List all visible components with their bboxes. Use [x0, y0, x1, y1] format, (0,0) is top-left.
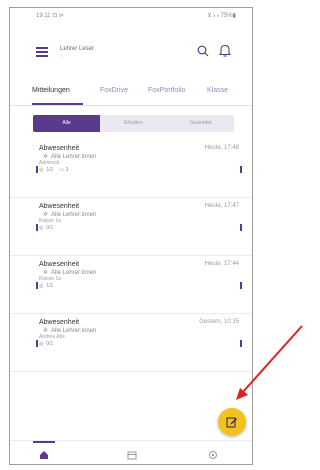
message-time: Heute, 17:47: [204, 203, 239, 209]
message-marker: [36, 340, 38, 347]
bell-icon[interactable]: [219, 44, 231, 57]
eye-icon: ◎: [39, 167, 44, 173]
filter-all[interactable]: Alle: [33, 115, 100, 132]
settings-icon[interactable]: [208, 450, 218, 460]
message-title: Abwesenheit: [39, 261, 80, 268]
calendar-icon[interactable]: [127, 450, 137, 460]
message-title: Abwesenheit: [39, 319, 80, 326]
compose-button[interactable]: [218, 408, 246, 436]
eye-icon: ◎: [39, 283, 44, 289]
message-author: Administr.: [39, 160, 61, 166]
message-recipients: ✲ Alle Lehrer:innen: [43, 328, 97, 334]
edit-icon: [226, 417, 237, 428]
tab-bar: Mitteilungen FoxDrive FoxPortfolio Klass…: [10, 82, 252, 106]
eye-icon: ◎: [39, 341, 44, 347]
user-name[interactable]: Lehrer Leser: [60, 46, 94, 52]
home-icon[interactable]: [39, 450, 49, 460]
active-nav-indicator: [33, 441, 55, 443]
message-item[interactable]: Abwesenheit Heute, 17:48 ✲ Alle Lehrer:in…: [10, 140, 252, 198]
status-icons: ⊻ ᵢₗ ᵢₗ 75%▮: [207, 13, 236, 19]
message-item[interactable]: Abwesenheit Heute, 17:47 ✲ Alle Lehrer:in…: [10, 198, 252, 256]
message-marker: [36, 224, 38, 231]
phone-screen: 19:11 ⊡ ⊳ ⊻ ᵢₗ ᵢₗ 75%▮ Lehrer Leser ↓ Mi…: [9, 7, 253, 465]
message-author: Andrea Abs: [39, 334, 65, 340]
message-time: Gestern, 10:15: [199, 319, 239, 325]
message-unread-marker: [240, 340, 242, 347]
message-marker: [36, 282, 38, 289]
tab-foxdrive[interactable]: FoxDrive: [100, 87, 128, 94]
message-title: Abwesenheit: [39, 203, 80, 210]
message-unread-marker: [240, 166, 242, 173]
message-stats: ◎ 1/1: [39, 283, 54, 289]
message-unread-marker: [240, 224, 242, 231]
message-title: Abwesenheit: [39, 145, 80, 152]
tab-klasse[interactable]: Klasse: [207, 87, 228, 94]
message-unread-marker: [240, 282, 242, 289]
filter-sent[interactable]: Gesendet: [167, 115, 234, 132]
user-switch-indicator[interactable]: ↓: [60, 53, 63, 59]
message-recipients: ✲ Alle Lehrer:innen: [43, 212, 97, 218]
bottom-navigation: [10, 440, 252, 464]
message-time: Heute, 17:44: [204, 261, 239, 267]
message-marker: [36, 166, 38, 173]
message-filter: Alle Erhalten Gesendet: [33, 115, 234, 132]
filter-received[interactable]: Erhalten: [100, 115, 167, 132]
message-item[interactable]: Abwesenheit Heute, 17:44 ✲ Alle Lehrer:in…: [10, 256, 252, 314]
message-author: Klasse 1a: [39, 218, 61, 224]
tab-foxportfolio[interactable]: FoxPortfolio: [148, 87, 185, 94]
search-icon[interactable]: [197, 45, 209, 57]
message-stats: ◎ 0/1: [39, 225, 54, 231]
message-stats: ◎ 0/1: [39, 341, 54, 347]
menu-icon[interactable]: [36, 47, 48, 57]
message-stats: ◎ 1/1 ▭ 3: [39, 167, 69, 173]
status-time: 19:11 ⊡ ⊳: [36, 13, 64, 19]
message-author: Klasse 1a: [39, 276, 61, 282]
active-tab-indicator: [32, 103, 83, 105]
comment-icon: ▭: [59, 167, 65, 173]
app-header: Lehrer Leser ↓: [10, 34, 252, 70]
tab-mitteilungen[interactable]: Mitteilungen: [32, 87, 70, 94]
message-time: Heute, 17:48: [204, 145, 239, 151]
message-item[interactable]: Abwesenheit Gestern, 10:15 ✲ Alle Lehrer:…: [10, 314, 252, 372]
message-recipients: ✲ Alle Lehrer:innen: [43, 154, 97, 160]
message-recipients: ✲ Alle Lehrer:innen: [43, 270, 97, 276]
status-bar: 19:11 ⊡ ⊳ ⊻ ᵢₗ ᵢₗ 75%▮: [10, 8, 252, 30]
eye-icon: ◎: [39, 225, 44, 231]
